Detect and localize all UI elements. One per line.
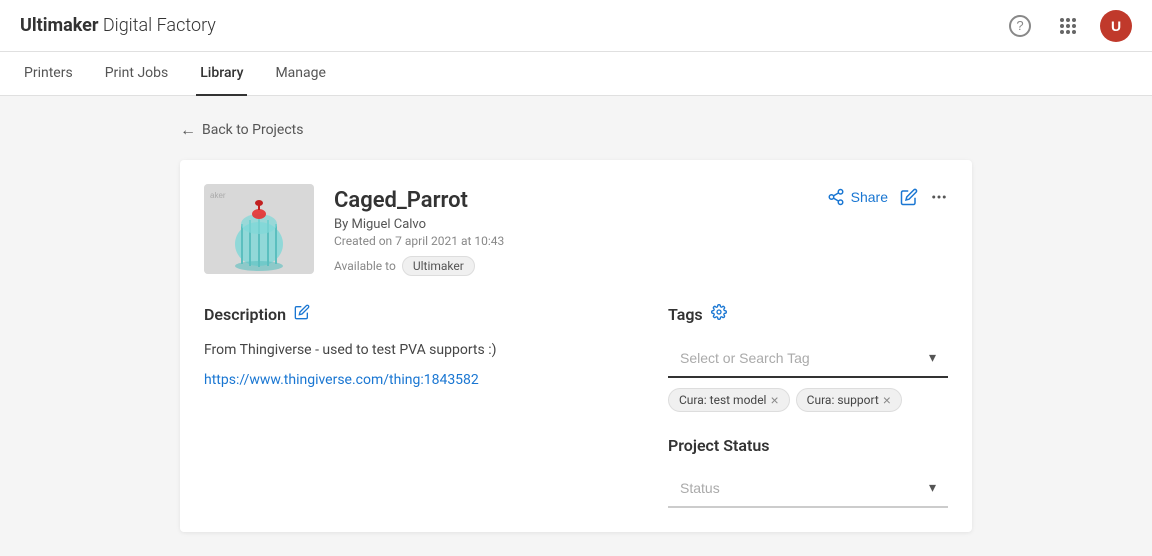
page-content: ← Back to Projects bbox=[0, 96, 1152, 556]
status-dropdown[interactable]: Status ▾ bbox=[668, 469, 948, 508]
top-bar: Ultimaker Digital Factory ? U bbox=[0, 0, 1152, 52]
nav-item-library[interactable]: Library bbox=[196, 52, 247, 96]
gear-icon bbox=[711, 304, 727, 320]
brand-name: Ultimaker Digital Factory bbox=[20, 15, 216, 36]
user-avatar[interactable]: U bbox=[1100, 10, 1132, 42]
tag-chips: Cura: test model × Cura: support × bbox=[668, 388, 948, 412]
description-header: Description bbox=[204, 304, 628, 325]
back-to-projects-link[interactable]: ← Back to Projects bbox=[180, 120, 972, 140]
tag-chip-0: Cura: test model × bbox=[668, 388, 790, 412]
help-icon: ? bbox=[1009, 15, 1031, 37]
tags-settings-button[interactable] bbox=[711, 304, 727, 325]
tag-label-1: Cura: support bbox=[807, 393, 879, 407]
grid-menu-button[interactable] bbox=[1052, 10, 1084, 42]
status-placeholder: Status bbox=[680, 480, 720, 496]
description-section: Description From Thingiverse - used to t… bbox=[204, 304, 628, 508]
tag-label-0: Cura: test model bbox=[679, 393, 766, 407]
project-header-left: aker Caged_Parrot By Miguel Calvo Create… bbox=[204, 184, 504, 276]
project-thumbnail: aker bbox=[204, 184, 314, 274]
project-title: Caged_Parrot bbox=[334, 188, 504, 213]
more-icon bbox=[930, 188, 948, 206]
svg-text:aker: aker bbox=[210, 191, 226, 200]
edit-button[interactable] bbox=[900, 188, 918, 206]
status-header: Project Status bbox=[668, 436, 948, 455]
share-icon bbox=[827, 188, 845, 206]
project-actions: Share bbox=[827, 184, 948, 206]
edit-description-button[interactable] bbox=[294, 304, 310, 325]
status-title: Project Status bbox=[668, 436, 770, 455]
chevron-down-icon: ▾ bbox=[929, 349, 936, 366]
project-header: aker Caged_Parrot By Miguel Calvo Create… bbox=[204, 184, 948, 276]
main-nav: Printers Print Jobs Library Manage bbox=[0, 52, 1152, 96]
arrow-left-icon: ← bbox=[180, 120, 196, 140]
available-badge: Ultimaker bbox=[402, 256, 475, 276]
brand-area: Ultimaker Digital Factory bbox=[20, 15, 216, 36]
nav-item-printers[interactable]: Printers bbox=[20, 52, 77, 96]
remove-tag-1[interactable]: × bbox=[883, 393, 891, 407]
status-chevron-icon: ▾ bbox=[929, 479, 936, 496]
project-status-section: Project Status Status ▾ bbox=[668, 436, 948, 508]
tag-dropdown-placeholder: Select or Search Tag bbox=[680, 350, 810, 366]
project-info: Caged_Parrot By Miguel Calvo Created on … bbox=[334, 184, 504, 276]
two-column-layout: Description From Thingiverse - used to t… bbox=[204, 304, 948, 508]
remove-tag-0[interactable]: × bbox=[770, 393, 778, 407]
top-bar-actions: ? U bbox=[1004, 10, 1132, 42]
description-link: https://www.thingiverse.com/thing:184358… bbox=[204, 369, 628, 391]
available-label: Available to bbox=[334, 259, 396, 273]
more-options-button[interactable] bbox=[930, 188, 948, 206]
project-card: aker Caged_Parrot By Miguel Calvo Create… bbox=[180, 160, 972, 532]
nav-item-manage[interactable]: Manage bbox=[271, 52, 329, 96]
project-date: Created on 7 april 2021 at 10:43 bbox=[334, 234, 504, 248]
edit-icon bbox=[900, 188, 918, 206]
tag-search-dropdown[interactable]: Select or Search Tag ▾ bbox=[668, 339, 948, 378]
tags-status-section: Tags Select or Search Tag ▾ bbox=[668, 304, 948, 508]
share-button[interactable]: Share bbox=[827, 188, 888, 206]
thingiverse-link[interactable]: https://www.thingiverse.com/thing:184358… bbox=[204, 372, 479, 388]
grid-icon bbox=[1058, 16, 1078, 36]
description-title: Description bbox=[204, 305, 286, 324]
description-line-1: From Thingiverse - used to test PVA supp… bbox=[204, 339, 628, 361]
tags-title: Tags bbox=[668, 305, 703, 324]
availability-row: Available to Ultimaker bbox=[334, 256, 504, 276]
help-button[interactable]: ? bbox=[1004, 10, 1036, 42]
tag-chip-1: Cura: support × bbox=[796, 388, 902, 412]
project-author: By Miguel Calvo bbox=[334, 217, 504, 232]
nav-item-print-jobs[interactable]: Print Jobs bbox=[101, 52, 173, 96]
pencil-icon bbox=[294, 304, 310, 320]
tags-header: Tags bbox=[668, 304, 948, 325]
